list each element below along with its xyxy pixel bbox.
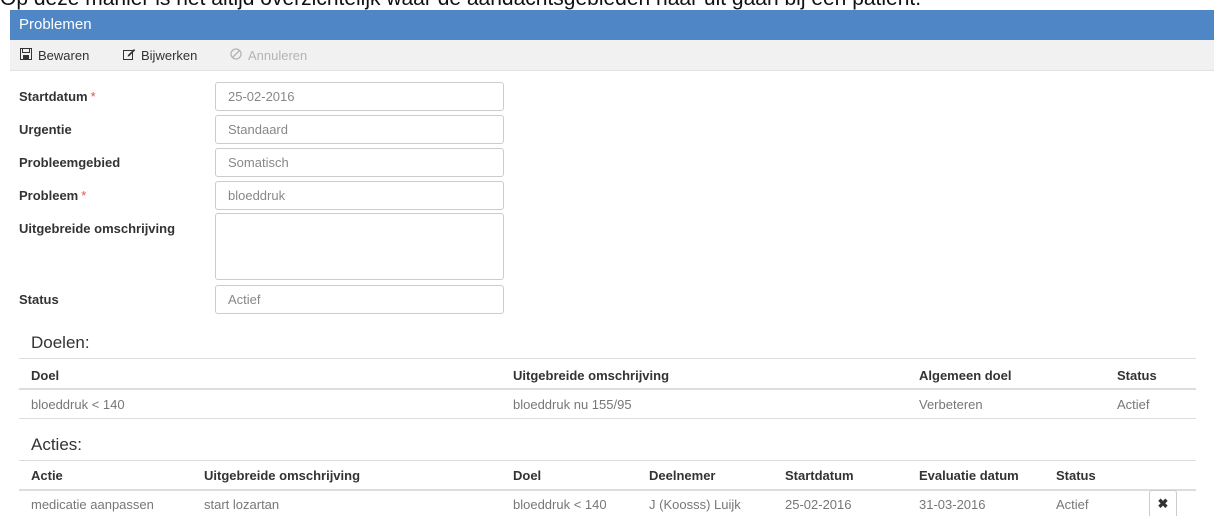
cancel-button[interactable]: Annuleren — [229, 40, 307, 71]
omschrijving-cell: start lozartan — [204, 497, 280, 512]
required-marker: * — [81, 188, 87, 203]
actie-cell: medicatie aanpassen — [31, 497, 154, 512]
acties-header-deelnemer: Deelnemer — [649, 468, 716, 483]
divider — [19, 460, 1196, 461]
acties-header-actie: Actie — [31, 468, 63, 483]
acties-header-omschrijving: Uitgebreide omschrijving — [204, 468, 361, 483]
acties-header-status: Status — [1056, 468, 1096, 483]
status-cell: Actief — [1056, 497, 1089, 512]
algemeen-doel-cell: Verbeteren — [919, 397, 983, 412]
startdatum-label: Startdatum * — [19, 89, 96, 104]
acties-header-startdatum: Startdatum — [785, 468, 854, 483]
startdatum-cell: 25-02-2016 — [785, 497, 852, 512]
cancel-button-label: Annuleren — [248, 48, 308, 63]
omschrijving-label: Uitgebreide omschrijving — [19, 221, 176, 236]
edit-icon — [122, 41, 136, 72]
probleem-label: Probleem * — [19, 188, 87, 203]
acties-header-doel: Doel — [513, 468, 542, 483]
deelnemer-cell: J (Koosss) Luijk — [649, 497, 741, 512]
delete-icon: ✖ — [1157, 496, 1169, 511]
doelen-header-algemeen: Algemeen doel — [919, 368, 1012, 383]
acties-title: Acties: — [31, 435, 83, 454]
divider — [19, 358, 1196, 359]
doel-cell: bloeddruk < 140 — [31, 397, 125, 412]
panel-title: Problemen — [10, 10, 1214, 40]
save-icon — [19, 41, 33, 72]
omschrijving-textarea[interactable] — [215, 213, 504, 280]
toolbar: Bewaren Bijwerken Annuleren — [10, 40, 1214, 71]
doelen-header-doel: Doel — [31, 368, 60, 383]
urgentie-label: Urgentie — [19, 122, 72, 137]
doelen-header-omschrijving: Uitgebreide omschrijving — [513, 368, 670, 383]
status-field[interactable]: Actief — [215, 285, 504, 314]
doel-cell: bloeddruk < 140 — [513, 497, 607, 512]
doelen-header-status: Status — [1117, 368, 1157, 383]
urgentie-field[interactable]: Standaard — [215, 115, 504, 144]
status-label: Status — [19, 292, 59, 307]
delete-button[interactable]: ✖ — [1149, 490, 1177, 516]
update-button[interactable]: Bijwerken — [122, 40, 197, 71]
evaluatie-datum-cell: 31-03-2016 — [919, 497, 986, 512]
required-marker: * — [90, 89, 96, 104]
acties-header-evaluatie: Evaluatie datum — [919, 468, 1019, 483]
cancel-icon — [229, 41, 243, 72]
save-button-label: Bewaren — [38, 48, 90, 63]
save-button[interactable]: Bewaren — [19, 40, 89, 71]
probleemgebied-field[interactable]: Somatisch — [215, 148, 504, 177]
divider — [19, 489, 1196, 491]
startdatum-field[interactable]: 25-02-2016 — [215, 82, 504, 111]
probleem-field[interactable]: bloeddruk — [215, 181, 504, 210]
divider — [19, 388, 1196, 390]
divider — [19, 418, 1196, 419]
probleemgebied-label: Probleemgebied — [19, 155, 121, 170]
omschrijving-cell: bloeddruk nu 155/95 — [513, 397, 632, 412]
doelen-title: Doelen: — [31, 333, 90, 352]
update-button-label: Bijwerken — [141, 48, 198, 63]
status-cell: Actief — [1117, 397, 1150, 412]
